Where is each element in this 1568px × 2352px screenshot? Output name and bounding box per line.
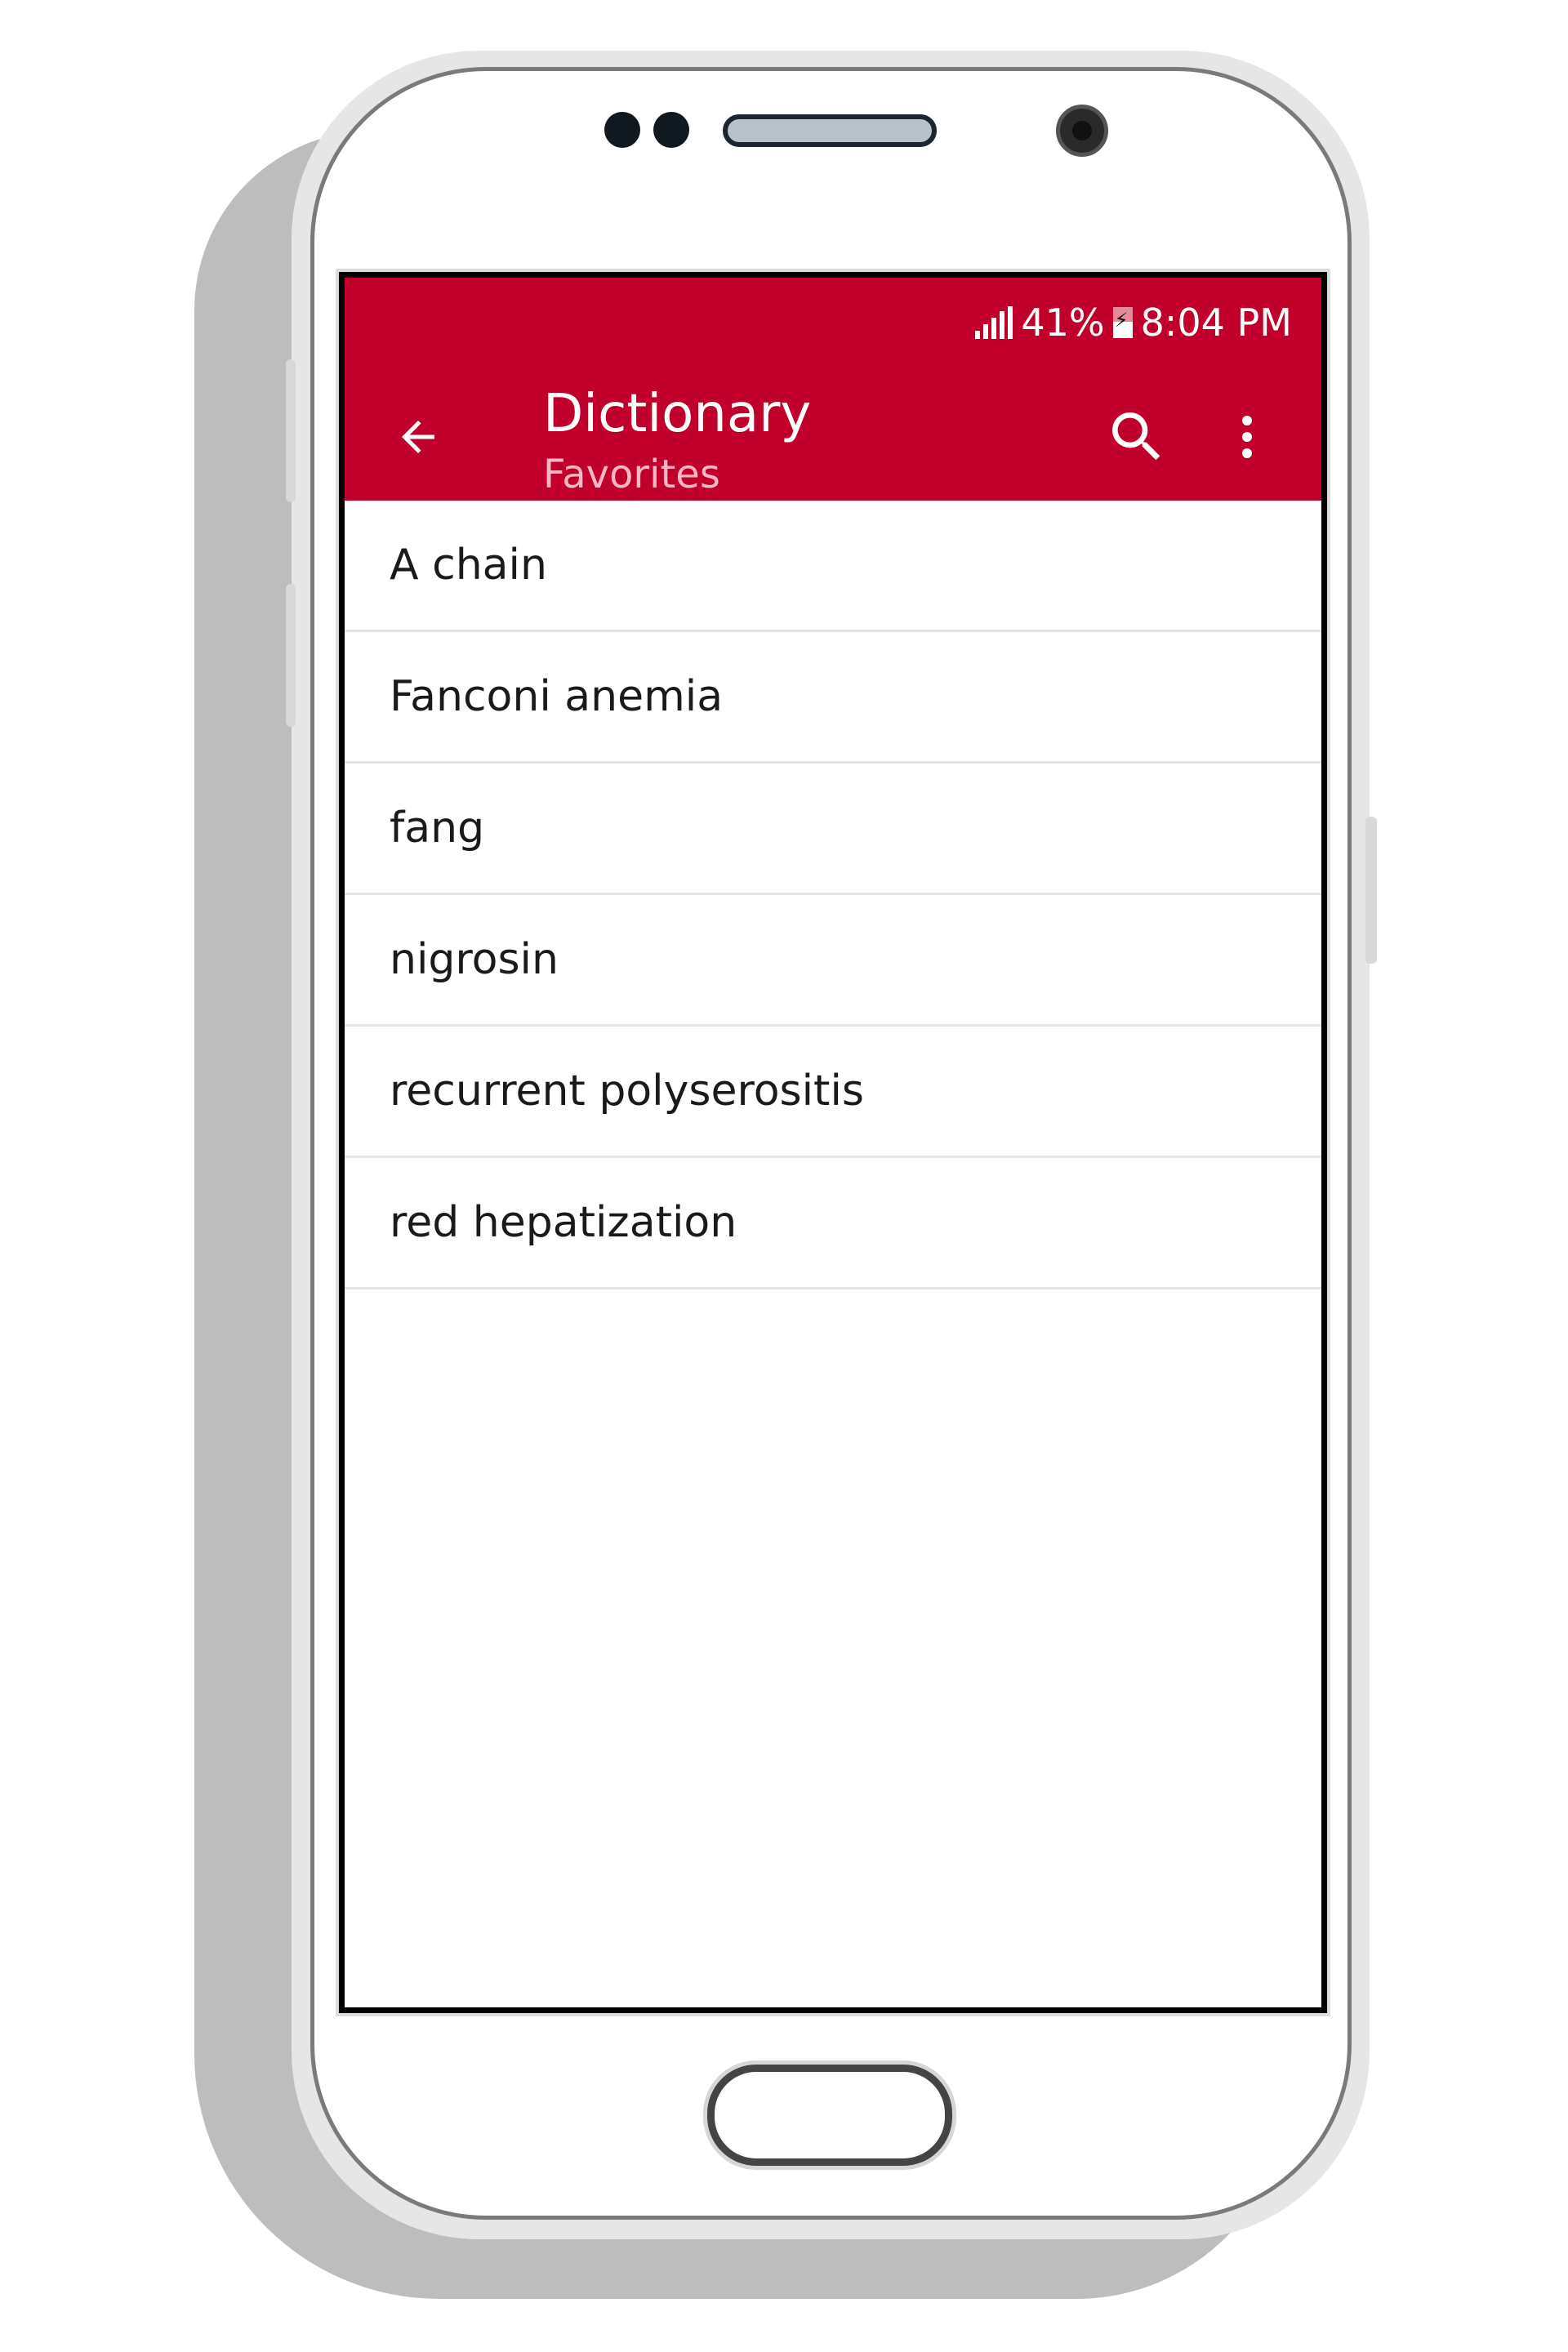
back-button[interactable] [385, 404, 451, 470]
front-camera-icon [1056, 105, 1108, 157]
clock: 8:04 PM [1140, 301, 1292, 345]
arrow-back-icon [402, 421, 434, 453]
search-button[interactable] [1104, 404, 1169, 470]
list-item[interactable]: fang [345, 764, 1321, 895]
more-options-button[interactable] [1223, 404, 1272, 470]
list-item[interactable]: recurrent polyserositis [345, 1027, 1321, 1158]
power-button [1365, 817, 1377, 964]
earpiece-speaker [723, 114, 937, 147]
list-item[interactable]: red hepatization [345, 1158, 1321, 1290]
battery-percent: 41% [1021, 301, 1105, 345]
volume-up-button [286, 359, 296, 502]
status-bar: 41% 8:04 PM [345, 278, 1321, 368]
page-subtitle: Favorites [543, 452, 720, 497]
list-item-label: fang [390, 804, 485, 853]
app-bar: Dictionary Favorites [345, 368, 1321, 501]
phone-screen: 41% 8:04 PM Dictionary Favorites A chain… [339, 272, 1327, 2013]
list-item-label: A chain [390, 541, 547, 590]
more-vert-dot [1242, 432, 1252, 442]
list-item[interactable]: Fanconi anemia [345, 632, 1321, 764]
volume-down-button [286, 584, 296, 727]
more-vert-icon [1242, 416, 1252, 425]
list-item-label: Fanconi anemia [390, 672, 724, 721]
more-vert-dot [1242, 448, 1252, 458]
proximity-sensor-icon [604, 112, 640, 148]
list-item-label: recurrent polyserositis [390, 1067, 864, 1116]
list-item-label: nigrosin [390, 935, 559, 984]
list-item[interactable]: nigrosin [345, 895, 1321, 1027]
favorites-list: A chain Fanconi anemia fang nigrosin rec… [345, 501, 1321, 1290]
signal-bars-icon [975, 306, 1013, 339]
list-item-label: red hepatization [390, 1198, 737, 1247]
page-title: Dictionary [543, 384, 812, 444]
list-item[interactable]: A chain [345, 501, 1321, 632]
home-button[interactable] [707, 2065, 952, 2166]
light-sensor-icon [653, 112, 689, 148]
battery-charging-icon [1112, 307, 1133, 338]
search-icon [1112, 412, 1160, 461]
